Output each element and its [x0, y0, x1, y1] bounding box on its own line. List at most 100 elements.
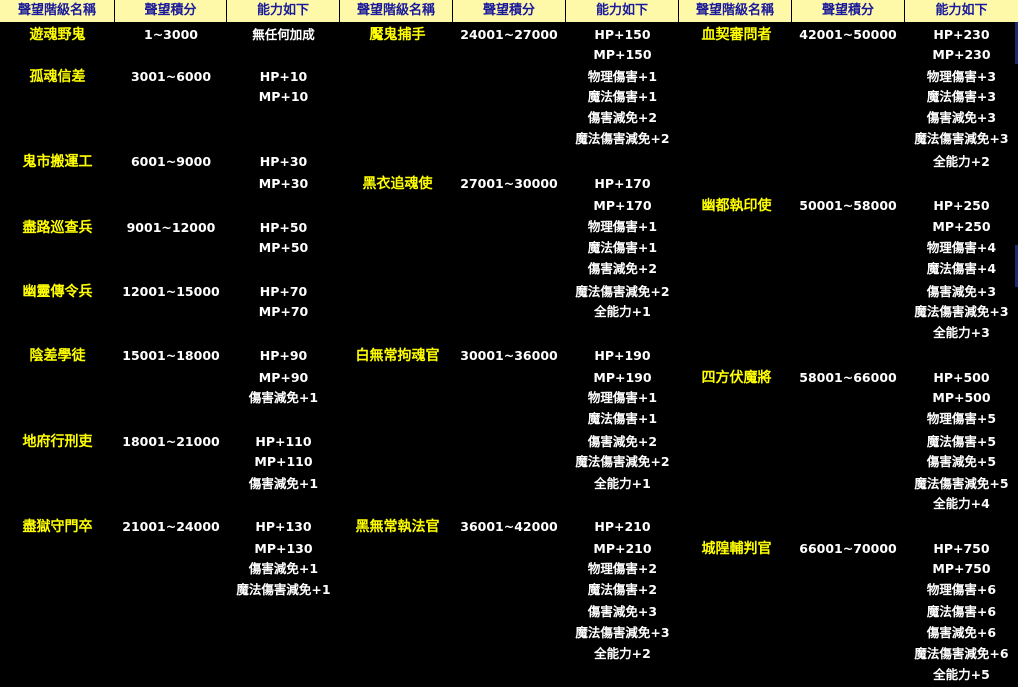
ability-item: 傷害減免+1 — [248, 561, 319, 576]
points-range: 12001~15000 — [122, 284, 220, 299]
ability-item: HP+190 — [594, 348, 651, 363]
ability-item: MP+750 — [932, 561, 991, 576]
ability-item: 傷害減免+5 — [926, 454, 997, 469]
points-range: 27001~30000 — [460, 176, 558, 191]
header-points-2: 聲望積分 — [453, 0, 566, 22]
ability-item: 全能力+1 — [594, 476, 651, 491]
ability-item: 全能力+2 — [933, 154, 990, 169]
rank-name: 四方伏魔將 — [701, 370, 772, 386]
ability-item: 物理傷害+2 — [587, 561, 658, 576]
ability-item: MP+210 — [593, 541, 652, 556]
rank-name: 城隍輔判官 — [701, 541, 772, 557]
ability-item: 魔法傷害+1 — [587, 240, 658, 255]
points-range: 50001~58000 — [799, 198, 897, 213]
ability-item: 全能力+4 — [933, 496, 990, 511]
ability-item: 魔法傷害減免+3 — [575, 625, 670, 640]
ability-item: 物理傷害+4 — [926, 240, 997, 255]
ability-item: HP+50 — [259, 220, 308, 235]
ability-item: 魔法傷害減免+3 — [914, 304, 1009, 319]
rank-name: 陰差學徒 — [29, 348, 86, 364]
ability-item: MP+130 — [254, 541, 313, 556]
ability-item: 傷害減免+1 — [248, 390, 319, 405]
ability-item: MP+50 — [258, 240, 309, 255]
ability-item: 全能力+2 — [594, 646, 651, 661]
ability-item: HP+210 — [594, 519, 651, 534]
ability-item: HP+10 — [259, 69, 308, 84]
ability-item: 傷害減免+2 — [587, 110, 658, 125]
points-range: 21001~24000 — [122, 519, 220, 534]
ability-item: 物理傷害+1 — [587, 390, 658, 405]
header-ability-3: 能力如下 — [905, 0, 1018, 22]
ability-item: HP+250 — [933, 198, 990, 213]
ability-item: 魔法傷害減免+2 — [575, 454, 670, 469]
points-range: 58001~66000 — [799, 370, 897, 385]
ability-item: MP+500 — [932, 390, 991, 405]
rank-name: 盡路巡查兵 — [22, 220, 93, 236]
header-rank-name-3: 聲望階級名稱 — [679, 0, 792, 22]
rank-name: 地府行刑吏 — [22, 434, 93, 450]
rank-name: 幽靈傳令兵 — [22, 284, 93, 300]
header-rank-name-2: 聲望階級名稱 — [340, 0, 453, 22]
ability-item: 魔法傷害+1 — [587, 411, 658, 426]
ability-item: HP+230 — [933, 27, 990, 42]
points-range: 42001~50000 — [799, 27, 897, 42]
ability-item: HP+500 — [933, 370, 990, 385]
ability-item: 傷害減免+2 — [587, 434, 658, 449]
ability-item: 物理傷害+5 — [926, 411, 997, 426]
ability-item: HP+110 — [255, 434, 312, 449]
header-ability-1: 能力如下 — [227, 0, 340, 22]
ability-item: HP+90 — [259, 348, 308, 363]
points-range: 36001~42000 — [460, 519, 558, 534]
ability-item: 無任何加成 — [252, 27, 315, 42]
ability-item: 魔法傷害+2 — [587, 582, 658, 597]
points-range: 30001~36000 — [460, 348, 558, 363]
ability-item: MP+10 — [258, 89, 309, 104]
points-range: 1~3000 — [144, 27, 198, 42]
ability-item: MP+70 — [258, 304, 309, 319]
ability-item: 傷害減免+6 — [926, 625, 997, 640]
ability-item: HP+130 — [255, 519, 312, 534]
rank-name: 黑無常執法官 — [355, 519, 440, 535]
ability-item: 魔法傷害+5 — [926, 434, 997, 449]
rank-name: 孤魂信差 — [29, 69, 86, 85]
ability-item: 魔法傷害減免+6 — [914, 646, 1009, 661]
ability-item: 魔法傷害+3 — [926, 89, 997, 104]
points-range: 24001~27000 — [460, 27, 558, 42]
ability-item: 傷害減免+3 — [587, 604, 658, 619]
ability-item: 魔法傷害減免+5 — [914, 476, 1009, 491]
ability-item: 物理傷害+6 — [926, 582, 997, 597]
ability-item: 魔法傷害+6 — [926, 604, 997, 619]
rank-name: 鬼市搬運工 — [22, 154, 93, 170]
ability-item: 物理傷害+1 — [587, 69, 658, 84]
ability-item: MP+150 — [593, 47, 652, 62]
ability-item: MP+30 — [258, 176, 309, 191]
ability-item: 全能力+3 — [933, 325, 990, 340]
ability-item: 傷害減免+1 — [248, 476, 319, 491]
ability-item: MP+90 — [258, 370, 309, 385]
ability-item: HP+170 — [594, 176, 651, 191]
ability-item: 傷害減免+3 — [926, 284, 997, 299]
ability-item: 魔法傷害減免+2 — [575, 284, 670, 299]
ability-item: HP+750 — [933, 541, 990, 556]
points-range: 15001~18000 — [122, 348, 220, 363]
points-range: 18001~21000 — [122, 434, 220, 449]
header-rank-name-1: 聲望階級名稱 — [0, 0, 115, 22]
ability-item: 傷害減免+2 — [587, 261, 658, 276]
ability-item: 魔法傷害+1 — [587, 89, 658, 104]
points-range: 6001~9000 — [130, 154, 212, 169]
ability-item: 魔法傷害減免+3 — [914, 131, 1009, 146]
rank-name: 盡獄守門卒 — [22, 519, 93, 535]
rank-name: 遊魂野鬼 — [29, 27, 86, 43]
ability-item: MP+250 — [932, 219, 991, 234]
ability-item: MP+170 — [593, 198, 652, 213]
rank-name: 血契審問者 — [701, 27, 772, 43]
ability-item: 魔法傷害+4 — [926, 261, 997, 276]
rank-name: 黑衣追魂使 — [362, 176, 433, 192]
ability-item: MP+110 — [254, 454, 313, 469]
ability-item: HP+70 — [259, 284, 308, 299]
rank-name: 魘鬼捕手 — [369, 27, 426, 43]
header-points-3: 聲望積分 — [792, 0, 905, 22]
ability-item: 物理傷害+3 — [926, 69, 997, 84]
ability-item: 全能力+5 — [933, 667, 990, 682]
rank-name: 白無常拘魂官 — [355, 348, 440, 364]
